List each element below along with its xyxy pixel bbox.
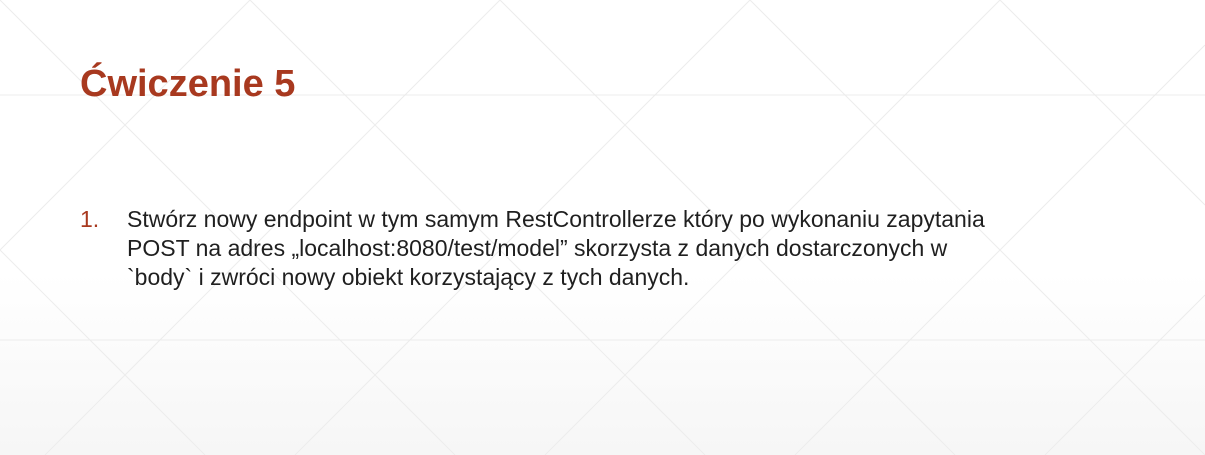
presentation-slide: Ćwiczenie 5 1. Stwórz nowy endpoint w ty… <box>0 0 1205 455</box>
list-item: 1. Stwórz nowy endpoint w tym samym Rest… <box>80 205 1160 292</box>
list-item-text-line: `body` i zwróci nowy obiekt korzystający… <box>127 264 690 290</box>
exercise-list: 1. Stwórz nowy endpoint w tym samym Rest… <box>80 205 1160 292</box>
slide-title: Ćwiczenie 5 <box>80 63 296 105</box>
list-item-text: Stwórz nowy endpoint w tym samym RestCon… <box>127 205 1160 292</box>
list-item-number: 1. <box>80 206 100 232</box>
list-item-text-line: POST na adres „localhost:8080/test/model… <box>127 235 948 261</box>
list-item-text-line: Stwórz nowy endpoint w tym samym RestCon… <box>127 206 985 232</box>
